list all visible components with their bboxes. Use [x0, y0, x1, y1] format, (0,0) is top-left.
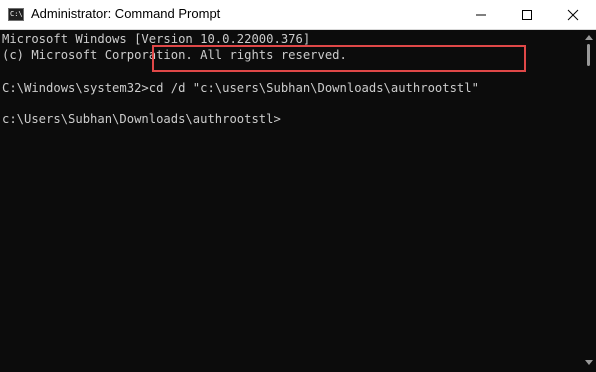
window-title: Administrator: Command Prompt — [31, 6, 221, 21]
title-bar[interactable]: C:\ Administrator: Command Prompt — [0, 0, 596, 30]
minimize-button[interactable] — [458, 0, 504, 30]
console-prompt-line[interactable]: c:\Users\Subhan\Downloads\authrootstl> — [2, 111, 281, 127]
close-button[interactable] — [550, 0, 596, 30]
console-output[interactable]: Microsoft Windows [Version 10.0.22000.37… — [0, 30, 582, 372]
command-highlight-box — [152, 45, 526, 72]
maximize-icon — [522, 10, 532, 20]
console-app-icon[interactable]: C:\ — [8, 8, 24, 21]
command-prompt-window: C:\ Administrator: Command Prompt Micros… — [0, 0, 596, 372]
close-icon — [567, 9, 579, 21]
scroll-thumb[interactable] — [587, 44, 590, 66]
scroll-down-arrow-icon[interactable] — [585, 360, 593, 365]
maximize-button[interactable] — [504, 0, 550, 30]
minimize-icon — [476, 14, 486, 16]
console-line: C:\Windows\system32>cd /d "c:\users\Subh… — [2, 81, 479, 95]
scroll-up-arrow-icon[interactable] — [585, 35, 593, 40]
vertical-scrollbar[interactable] — [582, 30, 596, 372]
